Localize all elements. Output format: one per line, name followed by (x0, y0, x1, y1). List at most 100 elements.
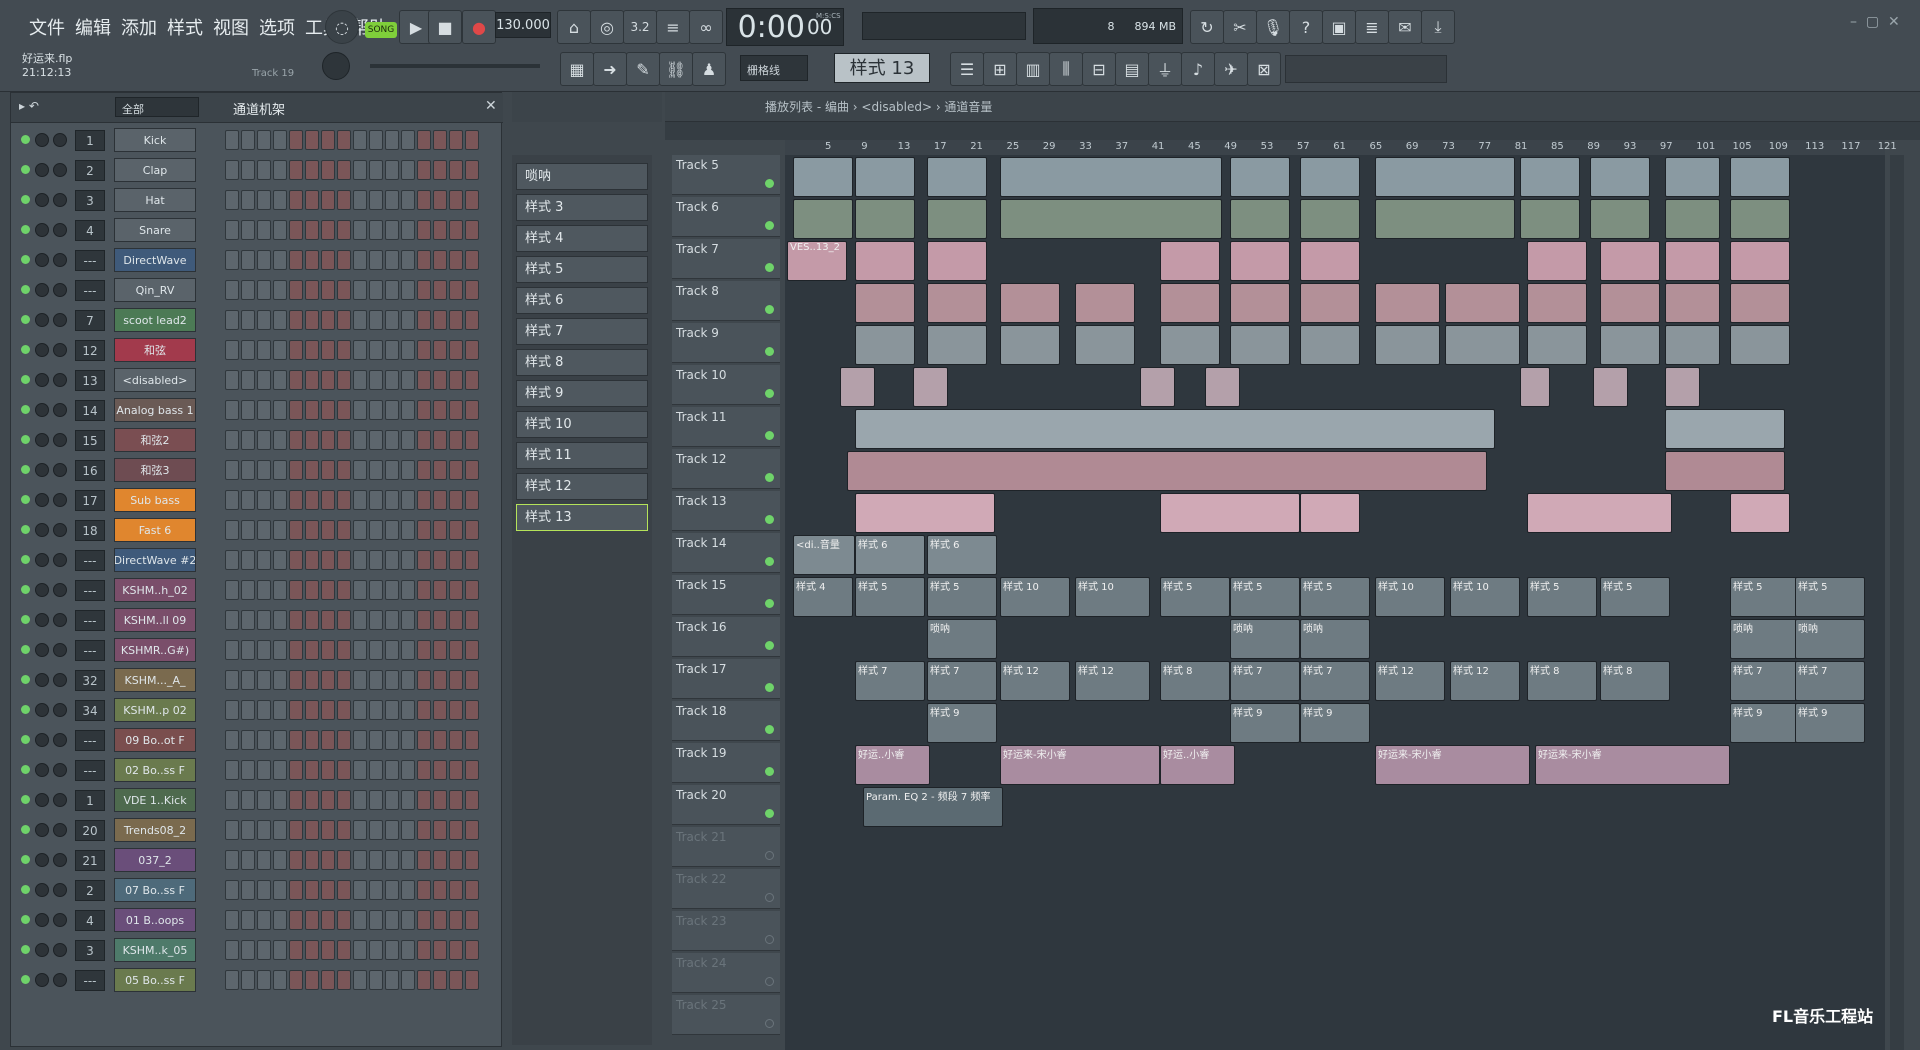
step-sequencer-icon[interactable]: ⊞ (983, 52, 1017, 86)
channel-mixer-track[interactable]: 18 (75, 520, 105, 541)
step-button[interactable] (417, 700, 431, 720)
step-button[interactable] (449, 640, 463, 660)
channel-mute-led[interactable] (21, 825, 30, 834)
step-button[interactable] (465, 430, 479, 450)
channel-mute-led[interactable] (21, 225, 30, 234)
playlist-clip[interactable]: 样式 6 (927, 535, 997, 575)
step-button[interactable] (257, 700, 271, 720)
channel-volume-knob[interactable] (53, 463, 67, 477)
step-button[interactable] (289, 490, 303, 510)
step-button[interactable] (433, 820, 447, 840)
step-button[interactable] (385, 550, 399, 570)
channel-pan-knob[interactable] (35, 253, 49, 267)
cut-icon[interactable]: ✂ (1223, 10, 1257, 44)
metronome-icon[interactable]: ⌂ (557, 10, 591, 44)
step-sequencer-row[interactable] (225, 790, 487, 810)
step-sequencer-row[interactable] (225, 490, 487, 510)
step-button[interactable] (321, 760, 335, 780)
step-button[interactable] (449, 520, 463, 540)
step-button[interactable] (353, 790, 367, 810)
channel-mute-led[interactable] (21, 165, 30, 174)
step-button[interactable] (401, 340, 415, 360)
playlist-clip[interactable] (1375, 157, 1515, 197)
channel-volume-knob[interactable] (53, 283, 67, 297)
track-header[interactable]: Track 16 (672, 617, 780, 657)
step-button[interactable] (257, 250, 271, 270)
step-button[interactable] (225, 400, 239, 420)
step-button[interactable] (289, 130, 303, 150)
channel-name-button[interactable]: KSHM..p 02 (114, 698, 196, 722)
step-button[interactable] (401, 430, 415, 450)
step-button[interactable] (321, 130, 335, 150)
step-button[interactable] (257, 940, 271, 960)
channel-volume-knob[interactable] (53, 973, 67, 987)
step-button[interactable] (465, 580, 479, 600)
track-header[interactable]: Track 13 (672, 491, 780, 531)
channel-volume-knob[interactable] (53, 253, 67, 267)
track-active-led[interactable] (765, 179, 774, 188)
step-button[interactable] (289, 640, 303, 660)
step-sequencer-row[interactable] (225, 430, 487, 450)
step-button[interactable] (369, 790, 383, 810)
channel-mixer-track[interactable]: 15 (75, 430, 105, 451)
step-button[interactable] (337, 760, 351, 780)
pattern-item[interactable]: 样式 5 (516, 256, 648, 283)
step-button[interactable] (369, 670, 383, 690)
track-active-led[interactable] (765, 935, 774, 944)
step-button[interactable] (257, 280, 271, 300)
track-active-led[interactable] (765, 557, 774, 566)
step-button[interactable] (449, 940, 463, 960)
step-button[interactable] (449, 130, 463, 150)
step-button[interactable] (369, 130, 383, 150)
step-button[interactable] (449, 580, 463, 600)
stop-icon[interactable]: ■ (428, 10, 462, 44)
step-button[interactable] (273, 280, 287, 300)
step-button[interactable] (465, 550, 479, 570)
step-button[interactable] (385, 280, 399, 300)
playlist-clip[interactable]: Param. EQ 2 - 频段 7 频率 (863, 787, 1003, 827)
step-button[interactable] (417, 490, 431, 510)
playlist-clip[interactable] (1730, 157, 1790, 197)
step-button[interactable] (257, 370, 271, 390)
channel-row[interactable]: --- Qin_RV (11, 275, 501, 305)
playlist-clip[interactable] (1230, 241, 1290, 281)
playlist-clip[interactable]: 好运来-宋小睿 (1000, 745, 1160, 785)
step-button[interactable] (465, 160, 479, 180)
playlist-clip[interactable]: 样式 5 (1300, 577, 1370, 617)
playlist-clip[interactable] (1230, 283, 1290, 323)
step-button[interactable] (465, 760, 479, 780)
step-button[interactable] (225, 940, 239, 960)
step-button[interactable] (225, 250, 239, 270)
playlist-clip[interactable] (1230, 325, 1290, 365)
step-button[interactable] (305, 370, 319, 390)
playlist-clip[interactable] (1300, 157, 1360, 197)
step-button[interactable] (241, 730, 255, 750)
channel-name-button[interactable]: scoot lead2 (114, 308, 196, 332)
step-button[interactable] (417, 880, 431, 900)
playlist-clip[interactable] (847, 451, 1487, 491)
step-button[interactable] (385, 820, 399, 840)
step-button[interactable] (417, 370, 431, 390)
step-button[interactable] (337, 250, 351, 270)
menu-item-2[interactable]: 添加 (118, 10, 160, 42)
step-button[interactable] (433, 400, 447, 420)
step-button[interactable] (321, 940, 335, 960)
step-button[interactable] (465, 910, 479, 930)
step-button[interactable] (417, 520, 431, 540)
step-button[interactable] (465, 250, 479, 270)
step-sequencer-row[interactable] (225, 370, 487, 390)
step-button[interactable] (273, 550, 287, 570)
channel-mute-led[interactable] (21, 705, 30, 714)
channel-mixer-track[interactable]: 1 (75, 130, 105, 151)
step-button[interactable] (305, 250, 319, 270)
channel-pan-knob[interactable] (35, 193, 49, 207)
song-mode-toggle[interactable]: SONG (365, 22, 397, 38)
step-button[interactable] (305, 280, 319, 300)
step-button[interactable] (273, 340, 287, 360)
step-button[interactable] (225, 580, 239, 600)
playlist-clip[interactable] (1593, 367, 1628, 407)
step-button[interactable] (433, 790, 447, 810)
playlist-clip[interactable] (1665, 367, 1700, 407)
track-active-led[interactable] (765, 767, 774, 776)
step-button[interactable] (433, 460, 447, 480)
